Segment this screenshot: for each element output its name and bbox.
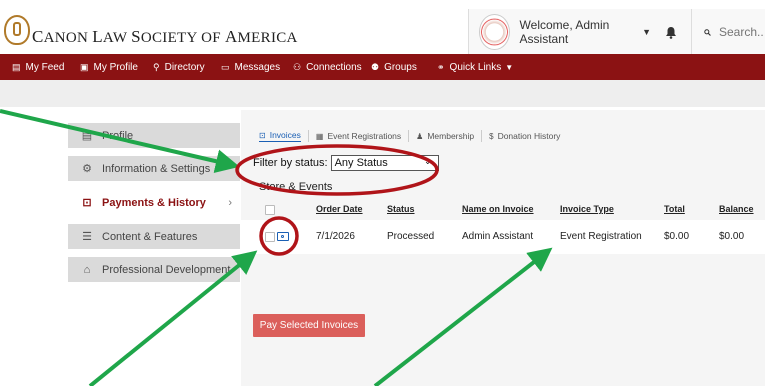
tab-divider	[408, 130, 410, 142]
search-icon: ⚲	[153, 61, 160, 72]
list-icon: ☰	[82, 231, 92, 243]
sidebar-item-payments-history[interactable]: ⊡ Payments & History ›	[68, 190, 240, 215]
sidebar-item-information-settings[interactable]: ⚙ Information & Settings	[68, 156, 240, 181]
tab-invoices[interactable]: ⊡ Invoices	[259, 130, 301, 142]
row-checkbox[interactable]	[265, 232, 275, 242]
status: Processed	[387, 231, 435, 242]
column-header[interactable]: Balance	[719, 204, 754, 214]
profile-icon: ▣	[80, 61, 89, 72]
nav-my-feed[interactable]: ▤ My Feed	[12, 54, 64, 80]
payments-panel: ⊡ Invoices ▦ Event Registrations ♟ Membersh…	[241, 110, 765, 386]
sidebar-item-content-features[interactable]: ☰ Content & Features	[68, 224, 240, 249]
calendar-icon: ▦	[315, 131, 324, 141]
sidebar-item-profile[interactable]: ▤ Profile	[68, 123, 240, 148]
nav-quick-links[interactable]: ⚭ Quick Links ▼	[437, 54, 513, 80]
caret-down-icon: ▼	[642, 27, 651, 37]
welcome-text: Welcome, Admin Assistant	[519, 18, 610, 46]
select-all-checkbox[interactable]	[265, 205, 275, 215]
avatar	[479, 14, 510, 50]
dollar-icon: $	[489, 131, 494, 141]
sidebar-item-professional-development[interactable]: ⌂ Professional Development	[68, 257, 240, 282]
sidebar-item-label: Profile	[102, 129, 134, 142]
table-row: 7/1/2026 Processed Admin Assistant Event…	[241, 220, 765, 254]
tab-event-registrations[interactable]: ▦ Event Registrations	[316, 131, 401, 141]
balance: $0.00	[719, 231, 745, 242]
notifications-button[interactable]	[651, 9, 692, 55]
nav-connections[interactable]: ⚇ Connections	[293, 54, 362, 80]
sidebar-item-label: Content & Features	[102, 230, 198, 243]
status-filter: Filter by status: Any Status ⌄	[253, 155, 439, 171]
logo-seal-icon	[4, 15, 30, 45]
history-tabs: ⊡ Invoices ▦ Event Registrations ♟ Membersh…	[259, 130, 560, 142]
section-title: Store & Events	[259, 181, 333, 193]
status-select[interactable]: Any Status ⌄	[330, 155, 439, 171]
column-header[interactable]: Total	[664, 204, 685, 214]
tab-divider	[481, 130, 483, 142]
filter-label: Filter by status:	[253, 157, 328, 169]
column-header[interactable]: Invoice Type	[560, 204, 614, 214]
user-icon: ♟	[416, 131, 424, 141]
total: $0.00	[664, 231, 690, 242]
caret-down-icon: ▼	[505, 62, 514, 72]
tab-membership[interactable]: ♟ Membership	[416, 131, 474, 141]
logo-text: CANON LAW SOCIETY OF AMERICA	[32, 27, 298, 46]
name-on-invoice: Admin Assistant	[462, 231, 534, 242]
column-header[interactable]: Name on Invoice	[462, 204, 534, 214]
sidebar-item-label: Information & Settings	[102, 162, 211, 175]
feed-icon: ▤	[12, 61, 21, 72]
search-bar[interactable]	[692, 9, 765, 55]
nav-groups[interactable]: ⚉ Groups	[371, 54, 417, 80]
graduation-cap-icon: ⌂	[83, 263, 91, 276]
pay-selected-invoices-button[interactable]: Pay Selected Invoices	[253, 314, 365, 337]
main-navbar: ▤ My Feed ▣ My Profile ⚲ Directory ▭ Message…	[0, 54, 765, 80]
inbox-icon: ▭	[221, 61, 230, 72]
column-header[interactable]: Status	[387, 204, 415, 214]
profile-card-icon: ▤	[81, 130, 93, 142]
tab-donation-history[interactable]: $ Donation History	[489, 131, 560, 141]
chevron-right-icon: ›	[228, 196, 232, 209]
nav-my-profile[interactable]: ▣ My Profile	[80, 54, 138, 80]
user-menu[interactable]: Welcome, Admin Assistant ▼	[468, 9, 652, 55]
tab-divider	[307, 130, 309, 142]
search-input[interactable]	[717, 24, 765, 40]
chevron-down-icon: ⌄	[424, 156, 432, 166]
bell-icon	[666, 26, 676, 39]
link-icon: ⚭	[437, 61, 445, 72]
sub-navbar	[0, 80, 765, 107]
invoice-type: Event Registration	[560, 231, 642, 242]
money-icon: ⊡	[259, 130, 266, 140]
invoice-table-header: Order Date Status Name on Invoice Invoic…	[241, 199, 765, 219]
column-header[interactable]: Order Date	[316, 204, 363, 214]
nav-directory[interactable]: ⚲ Directory	[153, 54, 205, 80]
site-header: CANON LAW SOCIETY OF AMERICA Welcome, Ad…	[0, 0, 765, 55]
money-icon: ⊡	[82, 197, 92, 209]
search-icon	[704, 28, 711, 36]
site-logo[interactable]: CANON LAW SOCIETY OF AMERICA	[4, 10, 298, 50]
invoice-icon[interactable]	[277, 232, 289, 241]
connections-icon: ⚇	[293, 61, 302, 72]
sidebar-item-label: Payments & History	[102, 196, 206, 209]
nav-messages[interactable]: ▭ Messages	[221, 54, 280, 80]
gears-icon: ⚙	[82, 163, 92, 175]
sidebar-item-label: Professional Development	[102, 263, 231, 276]
groups-icon: ⚉	[371, 61, 380, 72]
order-date: 7/1/2026	[316, 231, 355, 242]
